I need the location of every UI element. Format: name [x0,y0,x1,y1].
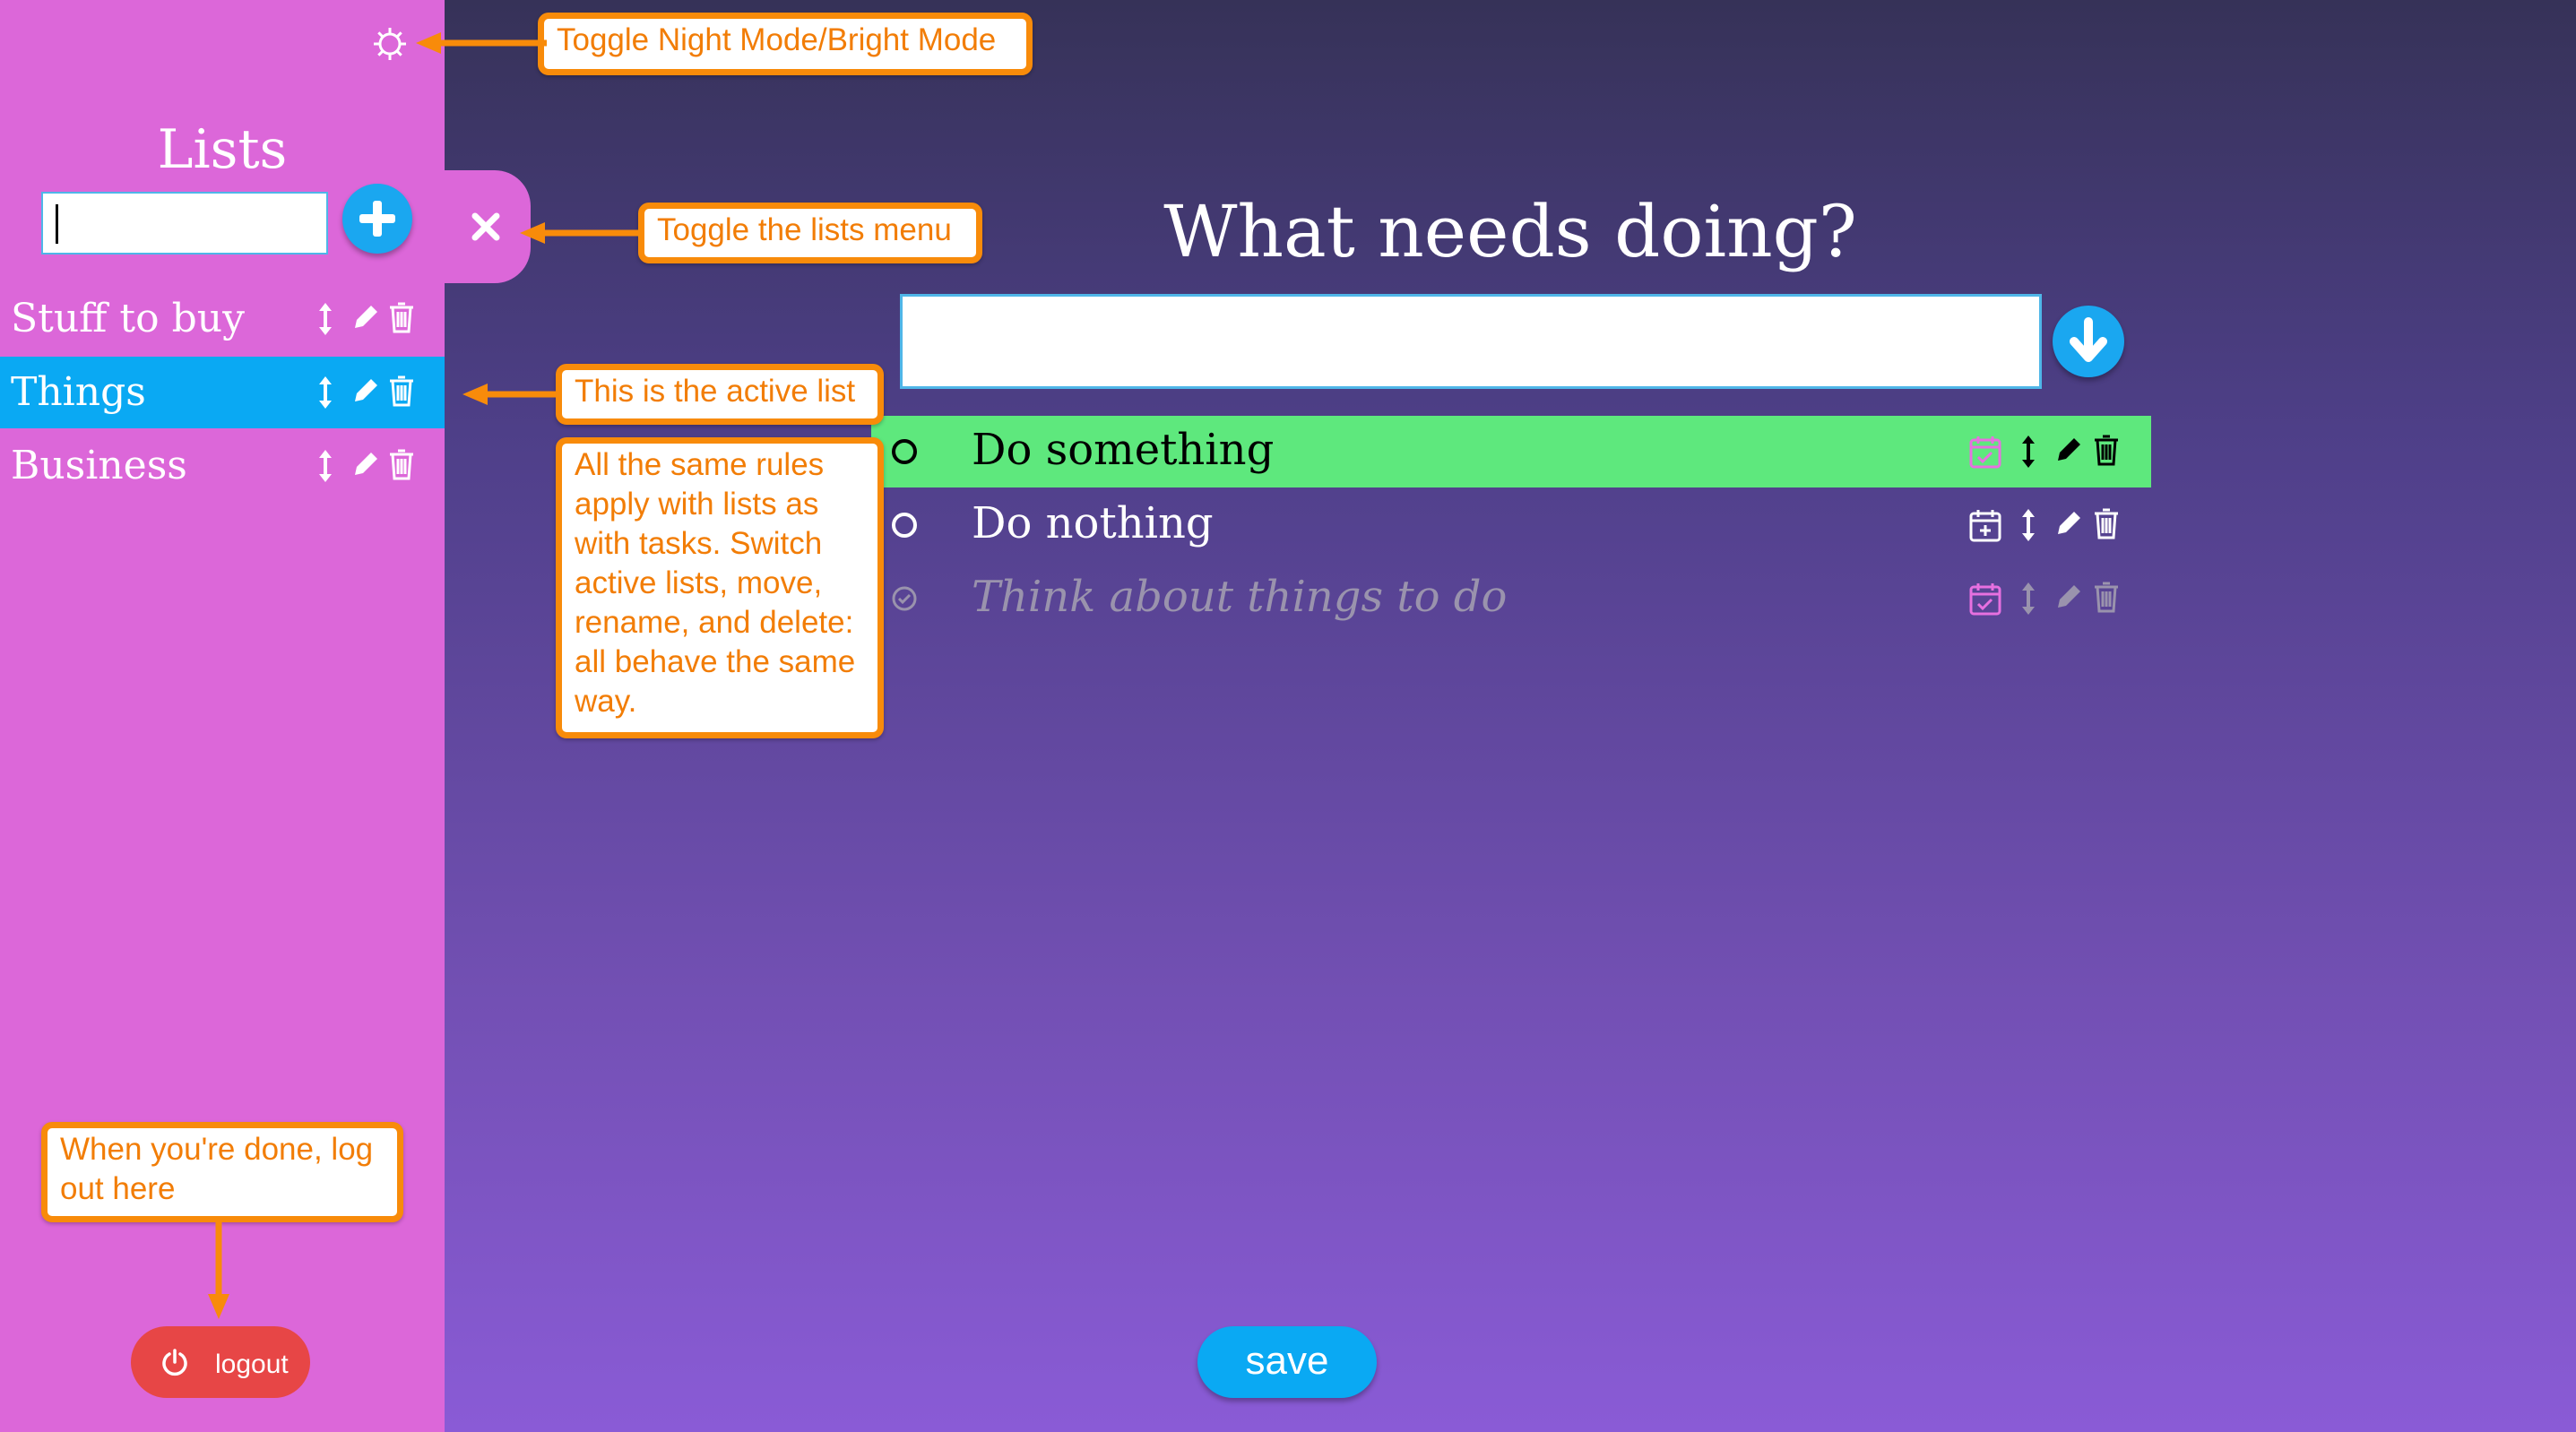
circle-icon[interactable] [890,437,919,470]
task-row[interactable]: Do something [871,416,2151,487]
add-task-button[interactable] [2053,306,2124,377]
pencil-icon[interactable] [350,301,382,338]
annotation-logout: When you're done, log out here [41,1122,403,1222]
move-vertical-icon[interactable] [2020,507,2036,548]
annotation-night-mode: Toggle Night Mode/Bright Mode [538,13,1033,75]
new-task-input[interactable] [900,294,2042,389]
trash-icon[interactable] [387,375,416,411]
logout-button[interactable]: logout [131,1326,310,1398]
trash-icon[interactable] [2092,507,2121,544]
pencil-icon[interactable] [350,448,382,485]
task-title: Do nothing [972,498,1214,548]
check-circle-icon[interactable] [890,584,919,617]
list-item-name: Stuff to buy [11,296,245,341]
list-item-business[interactable]: Business [0,430,445,502]
lists-title: Lists [157,118,288,181]
arrow-icon [462,384,558,405]
move-vertical-icon[interactable] [317,448,333,488]
annotation-toggle-lists: Toggle the lists menu [638,203,982,263]
calendar-check-icon[interactable] [1968,434,2002,474]
arrow-down-icon [2070,317,2107,362]
list-item-name: Business [11,443,187,488]
page-title: What needs doing? [1163,190,1857,273]
close-icon [471,212,500,241]
task-row[interactable]: Do nothing [871,489,2151,561]
list-item-name: Things [11,369,146,415]
annotation-active-list: This is the active list [556,364,884,425]
new-list-input[interactable] [41,192,328,254]
arrow-icon [520,222,642,244]
pencil-icon[interactable] [2053,507,2085,544]
arrow-icon [416,32,547,54]
calendar-check-icon[interactable] [1968,581,2002,621]
power-icon [162,1349,187,1376]
arrow-icon [208,1222,229,1319]
task-row[interactable]: Think about things to do [871,563,2151,634]
move-vertical-icon[interactable] [2020,581,2036,621]
plus-icon [359,201,395,237]
pencil-icon[interactable] [2053,581,2085,617]
trash-icon[interactable] [387,301,416,338]
task-title: Do something [972,425,1275,475]
trash-icon[interactable] [387,448,416,485]
trash-icon[interactable] [2092,581,2121,617]
list-item-stuff-to-buy[interactable]: Stuff to buy [0,283,445,355]
add-list-button[interactable] [342,184,412,254]
task-title: Think about things to do [972,572,1508,622]
move-vertical-icon[interactable] [317,375,333,415]
move-vertical-icon[interactable] [317,301,333,341]
calendar-plus-icon[interactable] [1968,507,2002,548]
annotation-same-rules: All the same rules apply with lists as w… [556,437,884,738]
move-vertical-icon[interactable] [2020,434,2036,474]
text-caret [56,204,58,244]
pencil-icon[interactable] [2053,434,2085,470]
gear-icon[interactable] [370,24,410,64]
circle-icon[interactable] [890,511,919,544]
list-item-things[interactable]: Things [0,357,445,428]
save-button[interactable]: save [1197,1326,1377,1398]
trash-icon[interactable] [2092,434,2121,470]
pencil-icon[interactable] [350,375,382,411]
logout-label: logout [215,1350,289,1379]
